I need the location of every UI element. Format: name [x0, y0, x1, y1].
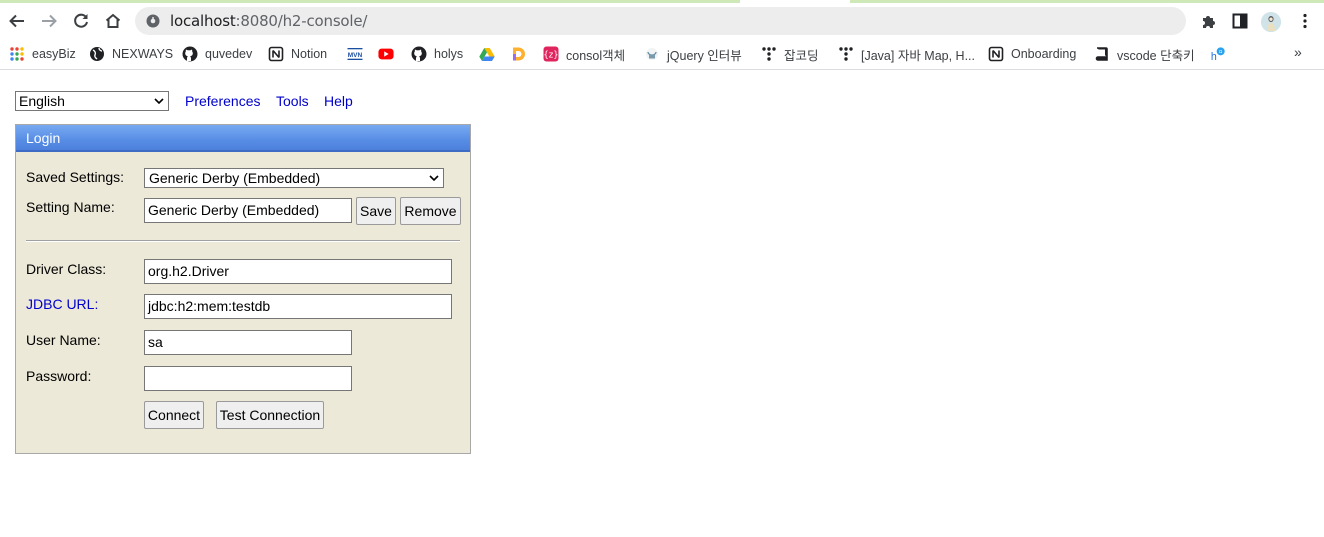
bookmark-hosting[interactable]: hΩ	[1210, 43, 1233, 65]
d-app-icon	[511, 46, 527, 62]
connect-button[interactable]: Connect	[144, 401, 204, 429]
chevron-down-icon	[154, 98, 164, 105]
bookmark-label: [Java] 자바 Map, H...	[861, 48, 976, 63]
bookmark-label: Onboarding	[1011, 47, 1077, 61]
tools-link[interactable]: Tools	[276, 93, 309, 109]
language-select[interactable]: English	[15, 91, 169, 111]
zdoc-icon: {z}	[543, 46, 559, 62]
driver-class-label: Driver Class:	[26, 261, 107, 277]
bookmark-label: easyBiz	[32, 47, 76, 61]
kebab-menu-icon	[1303, 13, 1307, 29]
reload-button[interactable]	[69, 9, 93, 33]
saved-settings-value: Generic Derby (Embedded)	[149, 170, 321, 186]
save-button[interactable]: Save	[356, 197, 396, 225]
home-icon	[105, 13, 121, 28]
bookmark-java-map[interactable]: [Java] 자바 Map, H...	[838, 43, 975, 65]
login-header: Login	[16, 125, 470, 152]
tistory-icon	[761, 46, 777, 62]
driver-class-input[interactable]: org.h2.Driver	[144, 259, 452, 284]
login-panel: Login Saved Settings: Generic Derby (Emb…	[15, 124, 471, 454]
home-button[interactable]	[101, 9, 125, 33]
svg-text:h: h	[1211, 51, 1217, 63]
apps-grid-icon	[9, 46, 25, 62]
bookmark-nexways[interactable]: NEXWAYS	[89, 43, 173, 65]
extensions-button[interactable]	[1196, 9, 1220, 33]
google-drive-icon	[479, 46, 495, 62]
bookmark-mvn[interactable]: MVN	[347, 43, 370, 65]
youtube-icon	[378, 46, 394, 62]
bookmark-google-drive[interactable]	[479, 43, 502, 65]
github-icon	[182, 46, 198, 62]
site-info-icon[interactable]	[146, 14, 160, 28]
back-button[interactable]	[5, 9, 29, 33]
forward-button[interactable]	[37, 9, 61, 33]
address-bar[interactable]: localhost:8080/h2-console/	[135, 7, 1186, 35]
svg-text:MVN: MVN	[348, 52, 363, 59]
side-panel-icon	[1232, 13, 1248, 29]
bookmark-label: quvedev	[205, 47, 253, 61]
mvn-icon: MVN	[347, 46, 363, 62]
bookmark-label: vscode 단축키	[1117, 48, 1195, 63]
bookmark-label: NEXWAYS	[112, 47, 174, 61]
bookmark-label: holys	[434, 47, 464, 61]
globe-icon	[89, 46, 105, 62]
bookmark-jobcoding[interactable]: 잡코딩	[761, 43, 819, 65]
book-icon	[1094, 46, 1110, 62]
tistory-icon	[838, 46, 854, 62]
password-label: Password:	[26, 368, 92, 384]
jdbc-url-input[interactable]: jdbc:h2:mem:testdb	[144, 294, 452, 319]
bookmark-consol[interactable]: {z} consol객체	[543, 43, 625, 65]
setting-name-label: Setting Name:	[26, 199, 115, 215]
remove-button[interactable]: Remove	[400, 197, 461, 225]
help-link[interactable]: Help	[324, 93, 353, 109]
hosting-icon: hΩ	[1210, 46, 1226, 63]
chevron-down-icon	[429, 175, 439, 182]
saved-settings-select[interactable]: Generic Derby (Embedded)	[144, 168, 444, 188]
bookmark-vscode[interactable]: vscode 단축키	[1094, 43, 1195, 65]
preferences-link[interactable]: Preferences	[185, 93, 260, 109]
reload-icon	[74, 13, 88, 28]
bookmark-label: consol객체	[566, 48, 626, 63]
bookmarks-more-button[interactable]: »	[1294, 44, 1302, 60]
github-icon	[411, 46, 427, 62]
bookmark-d-app[interactable]	[511, 43, 534, 65]
profile-avatar[interactable]	[1261, 12, 1281, 32]
puzzle-icon	[1202, 15, 1215, 28]
bookmark-jquery[interactable]: jQuery 인터뷰	[644, 43, 742, 65]
chevron-double-right-icon: »	[1294, 44, 1302, 60]
browser-toolbar: localhost:8080/h2-console/	[0, 3, 1324, 39]
h2-console-page: English Preferences Tools Help Login Sav…	[0, 71, 1324, 537]
bookmark-label: Notion	[291, 47, 328, 61]
bookmark-onboarding[interactable]: Onboarding	[988, 43, 1076, 65]
bookmark-quvedev[interactable]: quvedev	[182, 43, 252, 65]
address-url: localhost:8080/h2-console/	[170, 12, 368, 30]
arrow-left-icon	[9, 14, 24, 28]
notion-icon	[988, 46, 1004, 62]
language-select-value: English	[19, 93, 65, 109]
bookmark-label: jQuery 인터뷰	[667, 48, 742, 63]
bookmark-easybiz[interactable]: easyBiz	[9, 43, 76, 65]
side-panel-button[interactable]	[1228, 9, 1252, 33]
section-divider	[26, 240, 460, 242]
bookmark-holys[interactable]: holys	[411, 43, 463, 65]
bookmark-youtube[interactable]	[378, 43, 401, 65]
user-name-label: User Name:	[26, 332, 101, 348]
profile-icon	[1261, 12, 1281, 32]
setting-name-input[interactable]: Generic Derby (Embedded)	[144, 198, 352, 223]
jdbc-url-link[interactable]: JDBC URL:	[26, 296, 98, 312]
password-input[interactable]	[144, 366, 352, 391]
user-name-input[interactable]: sa	[144, 330, 352, 355]
test-connection-button[interactable]: Test Connection	[216, 401, 324, 429]
svg-text:{z}: {z}	[543, 51, 558, 61]
bookmark-label: 잡코딩	[784, 48, 819, 63]
saved-settings-label: Saved Settings:	[26, 169, 125, 185]
browser-menu-button[interactable]	[1293, 9, 1317, 33]
bookmark-notion[interactable]: Notion	[268, 43, 327, 65]
notion-icon	[268, 46, 284, 62]
arrow-right-icon	[42, 14, 57, 28]
jquery-icon	[644, 46, 660, 62]
bookmarks-bar: easyBiz NEXWAYS quvedev Notion MVN holys…	[0, 39, 1324, 70]
